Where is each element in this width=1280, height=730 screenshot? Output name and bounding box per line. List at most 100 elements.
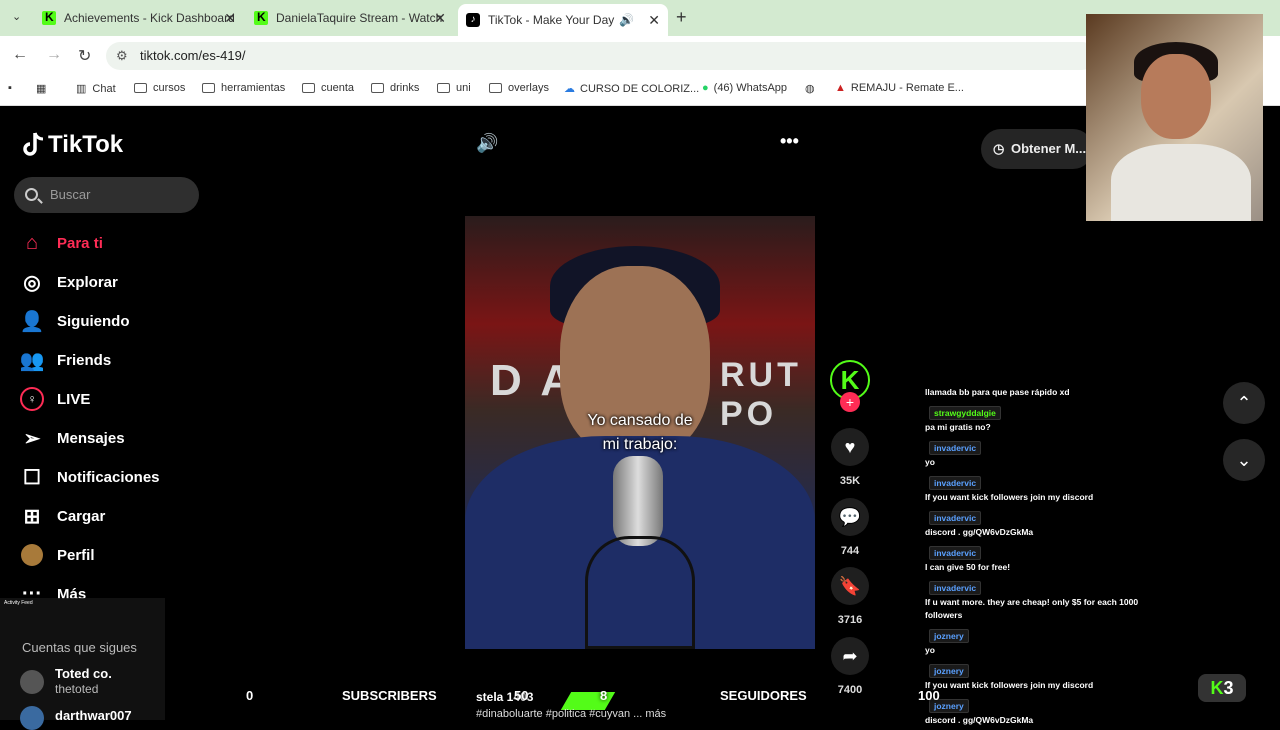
follow-plus-button[interactable]: + <box>840 392 860 412</box>
tiktok-note-icon <box>22 132 44 158</box>
bookmark-apps-icon[interactable]: ▪ <box>8 82 12 94</box>
chat-username: invadervic <box>929 441 982 455</box>
account-name: Toted co. <box>55 666 112 681</box>
search-placeholder: Buscar <box>50 187 91 202</box>
webcam-overlay <box>1086 14 1263 221</box>
menu-item-explorar[interactable]: ◎ Explorar <box>20 270 118 294</box>
folder-icon <box>302 83 315 93</box>
tab-kick-dashboard[interactable]: Achievements - Kick Dashboard ✕ <box>34 4 244 32</box>
menu-item-notificaciones[interactable]: ☐ Notificaciones <box>20 465 160 489</box>
folder-icon <box>437 83 450 93</box>
more-options-icon[interactable]: ••• <box>780 131 799 152</box>
chat-username: invadervic <box>929 476 982 490</box>
url-field[interactable]: ⚙ tiktok.com/es-419/ <box>106 42 1096 70</box>
kick-favicon-icon <box>254 10 268 25</box>
next-video-button[interactable]: ⌄ <box>1223 439 1265 481</box>
menu-item-label: Mensajes <box>57 429 125 447</box>
bookmark-curso-coloriz[interactable]: ☁ CURSO DE COLORIZ... <box>564 82 699 96</box>
upload-icon: ⊞ <box>23 505 41 528</box>
forward-button[interactable]: → <box>46 46 62 64</box>
chat-message: I can give 50 for free! <box>925 562 1011 572</box>
bookmark-whatsapp[interactable]: ● (46) WhatsApp <box>702 82 787 94</box>
chat-message: If you want kick followers join my disco… <box>925 492 1094 502</box>
like-button[interactable]: ♥ <box>831 428 869 466</box>
new-tab-button[interactable]: + <box>676 7 687 28</box>
tab-audio-icon[interactable]: 🔊 <box>619 13 634 27</box>
url-text: tiktok.com/es-419/ <box>140 48 246 63</box>
account-avatar <box>20 670 44 694</box>
menu-item-para-ti[interactable]: ⌂ Para ti <box>20 231 103 255</box>
menu-item-perfil[interactable]: Perfil <box>20 543 95 567</box>
bookmark-cursos[interactable]: cursos <box>134 82 185 94</box>
save-button[interactable]: 🔖 <box>831 567 869 605</box>
chat-username: invadervic <box>929 581 982 595</box>
save-count: 3716 <box>837 614 863 626</box>
tab-tiktok[interactable]: ♪ TikTok - Make Your Day 🔊 ✕ <box>458 4 668 36</box>
chat-message: yo <box>925 457 935 467</box>
app-icon: ◷ <box>993 141 1005 156</box>
close-tab-icon[interactable]: ✕ <box>434 10 446 27</box>
comment-button[interactable]: 💬 <box>831 498 869 536</box>
share-button[interactable]: ➦ <box>831 637 869 675</box>
activity-feed-overlay: Activity Feed <box>0 598 165 720</box>
chat-message: If you want kick followers join my disco… <box>925 680 1094 690</box>
tiktok-logo-text: TikTok <box>48 131 124 158</box>
bookmark-cuenta[interactable]: cuenta <box>302 82 354 94</box>
following-icon: 👤 <box>19 310 45 333</box>
video-player[interactable]: D A D RUT PO Yo cansado de mi trabajo: <box>465 216 815 649</box>
followers-count: 8 <box>600 688 608 703</box>
menu-item-cargar[interactable]: ⊞ Cargar <box>20 504 106 528</box>
chat-username: invadervic <box>929 511 982 525</box>
get-app-button[interactable]: ◷ Obtener M... <box>981 129 1093 169</box>
home-icon: ⌂ <box>25 231 39 254</box>
search-icon <box>25 188 38 201</box>
menu-item-label: Cargar <box>57 507 106 525</box>
folder-icon <box>202 83 215 93</box>
bookmark-globe-icon[interactable]: ◍ <box>805 82 815 95</box>
kick-favicon-icon <box>42 10 56 25</box>
followers-label: SEGUIDORES <box>720 688 807 703</box>
tiktok-logo[interactable]: TikTok <box>22 131 123 159</box>
video-hashtags[interactable]: #dinaboluarte #politica #cuyvan ... más <box>476 708 666 720</box>
comment-count: 744 <box>840 545 860 557</box>
chat-message: followers <box>925 610 963 620</box>
chat-message: yo <box>925 645 935 655</box>
bookmark-chat[interactable]: ▥ Chat <box>76 82 116 96</box>
bookmark-drinks[interactable]: drinks <box>371 82 419 94</box>
chat-username: joznery <box>929 629 969 643</box>
volume-icon[interactable]: 🔊 <box>476 133 498 154</box>
bookmark-overlays[interactable]: overlays <box>489 82 549 94</box>
menu-item-live[interactable]: ♀ LIVE <box>20 387 90 411</box>
folder-icon <box>371 83 384 93</box>
bookmark-grid-icon[interactable]: ▦ <box>36 82 46 95</box>
tab-title: Achievements - Kick Dashboard <box>64 11 235 25</box>
messages-icon: ➢ <box>23 427 41 450</box>
reload-button[interactable]: ↻ <box>78 46 91 66</box>
close-tab-icon[interactable]: ✕ <box>648 12 660 29</box>
menu-item-label: Siguiendo <box>57 312 130 330</box>
folder-icon <box>134 83 147 93</box>
menu-item-friends[interactable]: 👥 Friends <box>20 348 112 372</box>
close-tab-icon[interactable]: ✕ <box>224 10 236 27</box>
cloud-icon: ☁ <box>564 83 575 95</box>
account-name: darthwar007 <box>55 708 132 723</box>
tab-list-chevron-icon[interactable]: ⌄ <box>12 10 21 23</box>
kick-badge: K3 <box>1198 674 1246 702</box>
bookmark-herramientas[interactable]: herramientas <box>202 82 285 94</box>
bookmark-remaju[interactable]: ▲ REMAJU - Remate E... <box>835 82 964 94</box>
menu-item-mensajes[interactable]: ➢ Mensajes <box>20 426 125 450</box>
menu-item-siguiendo[interactable]: 👤 Siguiendo <box>20 309 130 333</box>
previous-video-button[interactable]: ⌃ <box>1223 382 1265 424</box>
caption-line: Yo cansado de <box>587 412 693 429</box>
back-button[interactable]: ← <box>12 46 28 64</box>
activity-feed-title: Activity Feed <box>4 600 33 606</box>
video-caption: Yo cansado de mi trabajo: <box>465 409 815 457</box>
bookmark-uni[interactable]: uni <box>437 82 471 94</box>
tab-stream[interactable]: DanielaTaquire Stream - Watch ✕ <box>246 4 454 32</box>
menu-item-label: Friends <box>57 351 112 369</box>
mic-stand-image <box>585 536 695 649</box>
site-info-icon[interactable]: ⚙ <box>116 42 128 70</box>
caption-line: mi trabajo: <box>602 436 678 453</box>
kick-badge-count: 3 <box>1223 678 1234 698</box>
search-input[interactable]: Buscar <box>14 177 199 213</box>
